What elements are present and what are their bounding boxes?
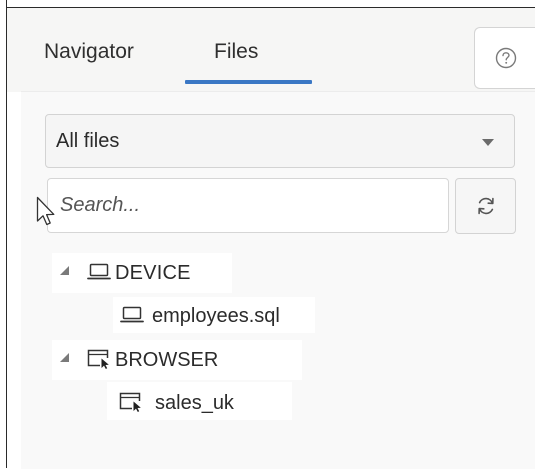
tree-node-browser[interactable]: BROWSER [52, 340, 302, 380]
tree-node-label: BROWSER [115, 349, 219, 371]
file-filter-value: All files [56, 130, 120, 152]
active-tab-indicator [185, 80, 312, 84]
expand-arrow-icon[interactable] [60, 353, 69, 362]
laptop-icon [87, 263, 111, 280]
tab-files[interactable]: Files [214, 40, 258, 64]
tree-node-sales-uk[interactable]: sales_uk [107, 382, 292, 420]
tree-node-label: sales_uk [155, 392, 234, 414]
browser-cursor-icon [119, 392, 141, 412]
tree-node-label: employees.sql [152, 305, 280, 327]
refresh-icon [478, 197, 494, 215]
tree-node-device[interactable]: DEVICE [52, 253, 232, 293]
laptop-icon [120, 306, 144, 323]
tree-node-label: DEVICE [115, 262, 191, 284]
tab-navigator[interactable]: Navigator [44, 40, 134, 64]
browser-cursor-icon [87, 349, 109, 369]
file-filter-select[interactable]: All files [45, 114, 515, 168]
question-circle-icon [495, 47, 517, 69]
tree-node-employees-sql[interactable]: employees.sql [113, 297, 315, 333]
refresh-button[interactable] [455, 178, 516, 234]
search-input[interactable] [47, 178, 449, 233]
caret-down-icon [482, 139, 494, 146]
mouse-cursor-icon [36, 196, 55, 226]
expand-arrow-icon[interactable] [60, 266, 69, 275]
help-button[interactable] [474, 27, 535, 89]
